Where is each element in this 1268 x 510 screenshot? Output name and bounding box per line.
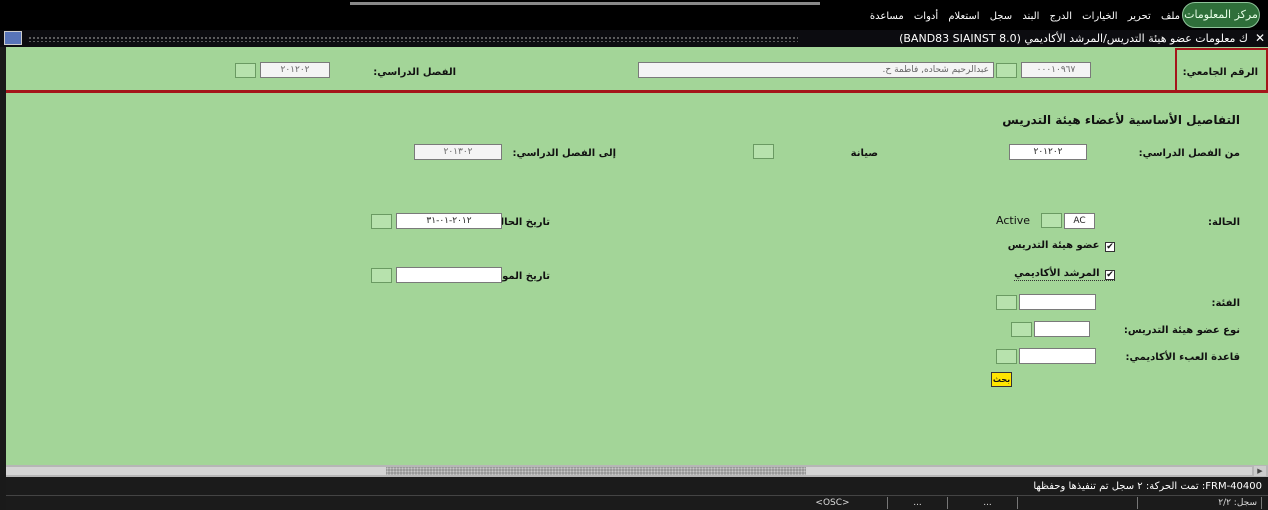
faculty-member-checkbox[interactable]: ✔ عضو هيئة التدريس — [1008, 240, 1115, 252]
menu-record[interactable]: سجل — [990, 11, 1012, 22]
window-frame-line — [350, 2, 820, 5]
student-id-field[interactable]: ٠٠٠١٠٩٦٧ — [1021, 62, 1091, 78]
window-title: ك معلومات عضو هيئة التدريس/المرشد الأكاد… — [899, 32, 1248, 45]
to-term-field[interactable]: ٢٠١٣٠٢ — [414, 144, 502, 160]
academic-advisor-checkbox[interactable]: ✔ المرشد الأكاديمي — [1014, 268, 1115, 281]
scrollbar-thumb[interactable] — [386, 467, 806, 475]
status-description: Active — [996, 214, 1031, 227]
faculty-type-label: نوع عضو هيئة التدريس: — [1123, 325, 1240, 336]
menu-item[interactable]: البند — [1022, 11, 1039, 22]
to-term-label: إلى الفصل الدراسي: — [512, 148, 616, 159]
osc-indicator: <OSC> — [778, 497, 888, 509]
status-message: FRM-40400: تمت الحركة: ٢ سجل تم تنفيذها … — [1033, 481, 1262, 492]
menu-tools[interactable]: أدوات — [914, 11, 938, 22]
student-name-field[interactable]: عبدالرحيم شحاده, فاطمة ح. — [638, 62, 994, 78]
checkbox-check-icon: ✔ — [1105, 270, 1115, 280]
key-block: الرقم الجامعي: ٠٠٠١٠٩٦٧ عبدالرحيم شحاده,… — [6, 47, 1268, 93]
faculty-details-block: التفاصيل الأساسية لأعضاء هيئة التدريس من… — [6, 93, 1268, 465]
maintenance-label: صيانة — [850, 148, 878, 159]
record-count: سجل: ٢/٢ — [1202, 497, 1262, 509]
status-indicators: سجل: ٢/٢ ... ... <OSC> — [6, 495, 1268, 509]
checkbox-check-icon: ✔ — [1105, 242, 1115, 252]
title-bar-pattern — [28, 36, 798, 42]
close-icon[interactable]: ✕ — [1255, 31, 1265, 45]
academic-load-label: قاعدة العبء الأكاديمي: — [1125, 352, 1240, 363]
from-term-field[interactable]: ٢٠١٢٠٢ — [1009, 144, 1087, 160]
status-lov-button[interactable] — [1041, 213, 1062, 228]
app-window-icon — [4, 31, 22, 45]
status-date-calendar-button[interactable] — [371, 214, 392, 229]
status-cell-dots-1: ... — [888, 497, 948, 509]
appointment-date-calendar-button[interactable] — [371, 268, 392, 283]
status-label: الحالة: — [1208, 217, 1240, 228]
term-lov-button[interactable] — [235, 63, 256, 78]
faculty-type-lov-button[interactable] — [1011, 322, 1032, 337]
status-cell-empty — [1128, 497, 1138, 509]
maintenance-button[interactable] — [753, 144, 774, 159]
appointment-date-field[interactable] — [396, 267, 502, 283]
term-field[interactable]: ٢٠١٢٠٢ — [260, 62, 330, 78]
menu-help[interactable]: مساعدة — [870, 11, 904, 22]
menu-block[interactable]: الدرج — [1050, 11, 1072, 22]
menu-edit[interactable]: تحرير — [1128, 11, 1151, 22]
from-term-label: من الفصل الدراسي: — [1138, 148, 1240, 159]
student-id-label: الرقم الجامعي: — [1182, 67, 1258, 78]
status-date-field[interactable]: ٢٠١٢-٠١-٣١ — [396, 213, 502, 229]
menu-bar: ملف تحرير الخيارات الدرج البند سجل استعل… — [0, 0, 1268, 30]
menu-query[interactable]: استعلام — [948, 11, 979, 22]
academic-load-field[interactable] — [1019, 348, 1096, 364]
category-field[interactable] — [1019, 294, 1096, 310]
status-code-field[interactable]: AC — [1064, 213, 1095, 229]
term-label: الفصل الدراسي: — [373, 67, 456, 78]
faculty-type-field[interactable] — [1034, 321, 1090, 337]
window-title-bar: ✕ ك معلومات عضو هيئة التدريس/المرشد الأك… — [0, 30, 1268, 47]
category-lov-button[interactable] — [996, 295, 1017, 310]
menu-items: ملف تحرير الخيارات الدرج البند سجل استعل… — [863, 11, 1180, 22]
academic-advisor-label: المرشد الأكاديمي — [1014, 268, 1100, 279]
academic-load-lov-button[interactable] — [996, 349, 1017, 364]
status-bar: FRM-40400: تمت الحركة: ٢ سجل تم تنفيذها … — [6, 477, 1268, 510]
student-id-lov-button[interactable] — [996, 63, 1017, 78]
app-logo: مركز المعلومات — [1182, 2, 1260, 28]
search-button[interactable]: بحث — [991, 372, 1012, 387]
category-label: الفئة: — [1211, 298, 1240, 309]
menu-options[interactable]: الخيارات — [1082, 11, 1117, 22]
faculty-member-label: عضو هيئة التدريس — [1007, 240, 1100, 251]
section-title: التفاصيل الأساسية لأعضاء هيئة التدريس — [1002, 113, 1240, 127]
scroll-right-arrow-icon[interactable]: ▶ — [1254, 466, 1266, 476]
status-cell-dots-2: ... — [958, 497, 1018, 509]
horizontal-scrollbar[interactable]: ▶ — [6, 465, 1268, 477]
menu-file[interactable]: ملف — [1161, 11, 1180, 22]
